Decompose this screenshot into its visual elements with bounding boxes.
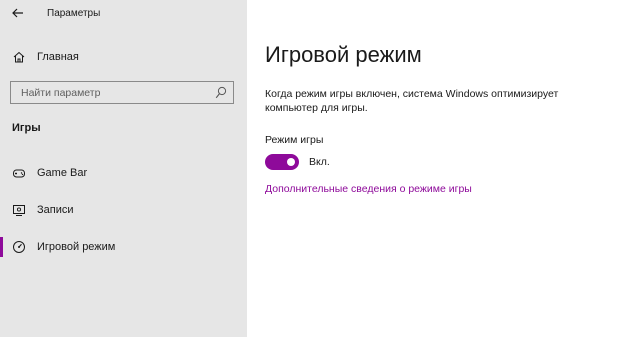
main-content: Игровой режим Когда режим игры включен, … [247, 0, 640, 337]
sidebar-item-game-mode[interactable]: Игровой режим [0, 234, 247, 260]
sidebar-item-home[interactable]: Главная [0, 44, 247, 70]
page-description: Когда режим игры включен, система Window… [265, 88, 559, 114]
sidebar-item-game-bar[interactable]: Game Bar [0, 160, 247, 186]
sidebar-item-label: Игровой режим [37, 241, 116, 253]
home-icon [13, 51, 25, 63]
search-input[interactable] [11, 82, 201, 103]
section-heading: Игры [12, 122, 41, 134]
sidebar-item-label: Записи [37, 204, 74, 216]
sidebar-item-label: Game Bar [37, 167, 88, 179]
search-icon[interactable] [215, 86, 227, 99]
game-mode-setting-label: Режим игры [265, 134, 324, 146]
sidebar-item-label: Главная [37, 51, 79, 63]
selection-indicator [0, 237, 3, 257]
game-mode-icon [13, 241, 25, 253]
title-bar: Параметры [0, 0, 247, 28]
page-title: Игровой режим [265, 42, 422, 67]
app-title: Параметры [47, 8, 101, 19]
arrow-left-icon [12, 8, 23, 18]
learn-more-link[interactable]: Дополнительные сведения о режиме игры [265, 183, 472, 195]
game-controller-icon [13, 169, 25, 178]
search-box[interactable] [10, 81, 234, 104]
back-button[interactable] [8, 4, 28, 22]
game-mode-toggle[interactable] [265, 154, 299, 170]
sidebar: Параметры Главная Игры Game Bar Записи [0, 0, 247, 337]
toggle-knob [287, 158, 295, 166]
capture-icon [13, 205, 25, 216]
sidebar-item-captures[interactable]: Записи [0, 197, 247, 223]
toggle-state-label: Вкл. [309, 156, 330, 168]
